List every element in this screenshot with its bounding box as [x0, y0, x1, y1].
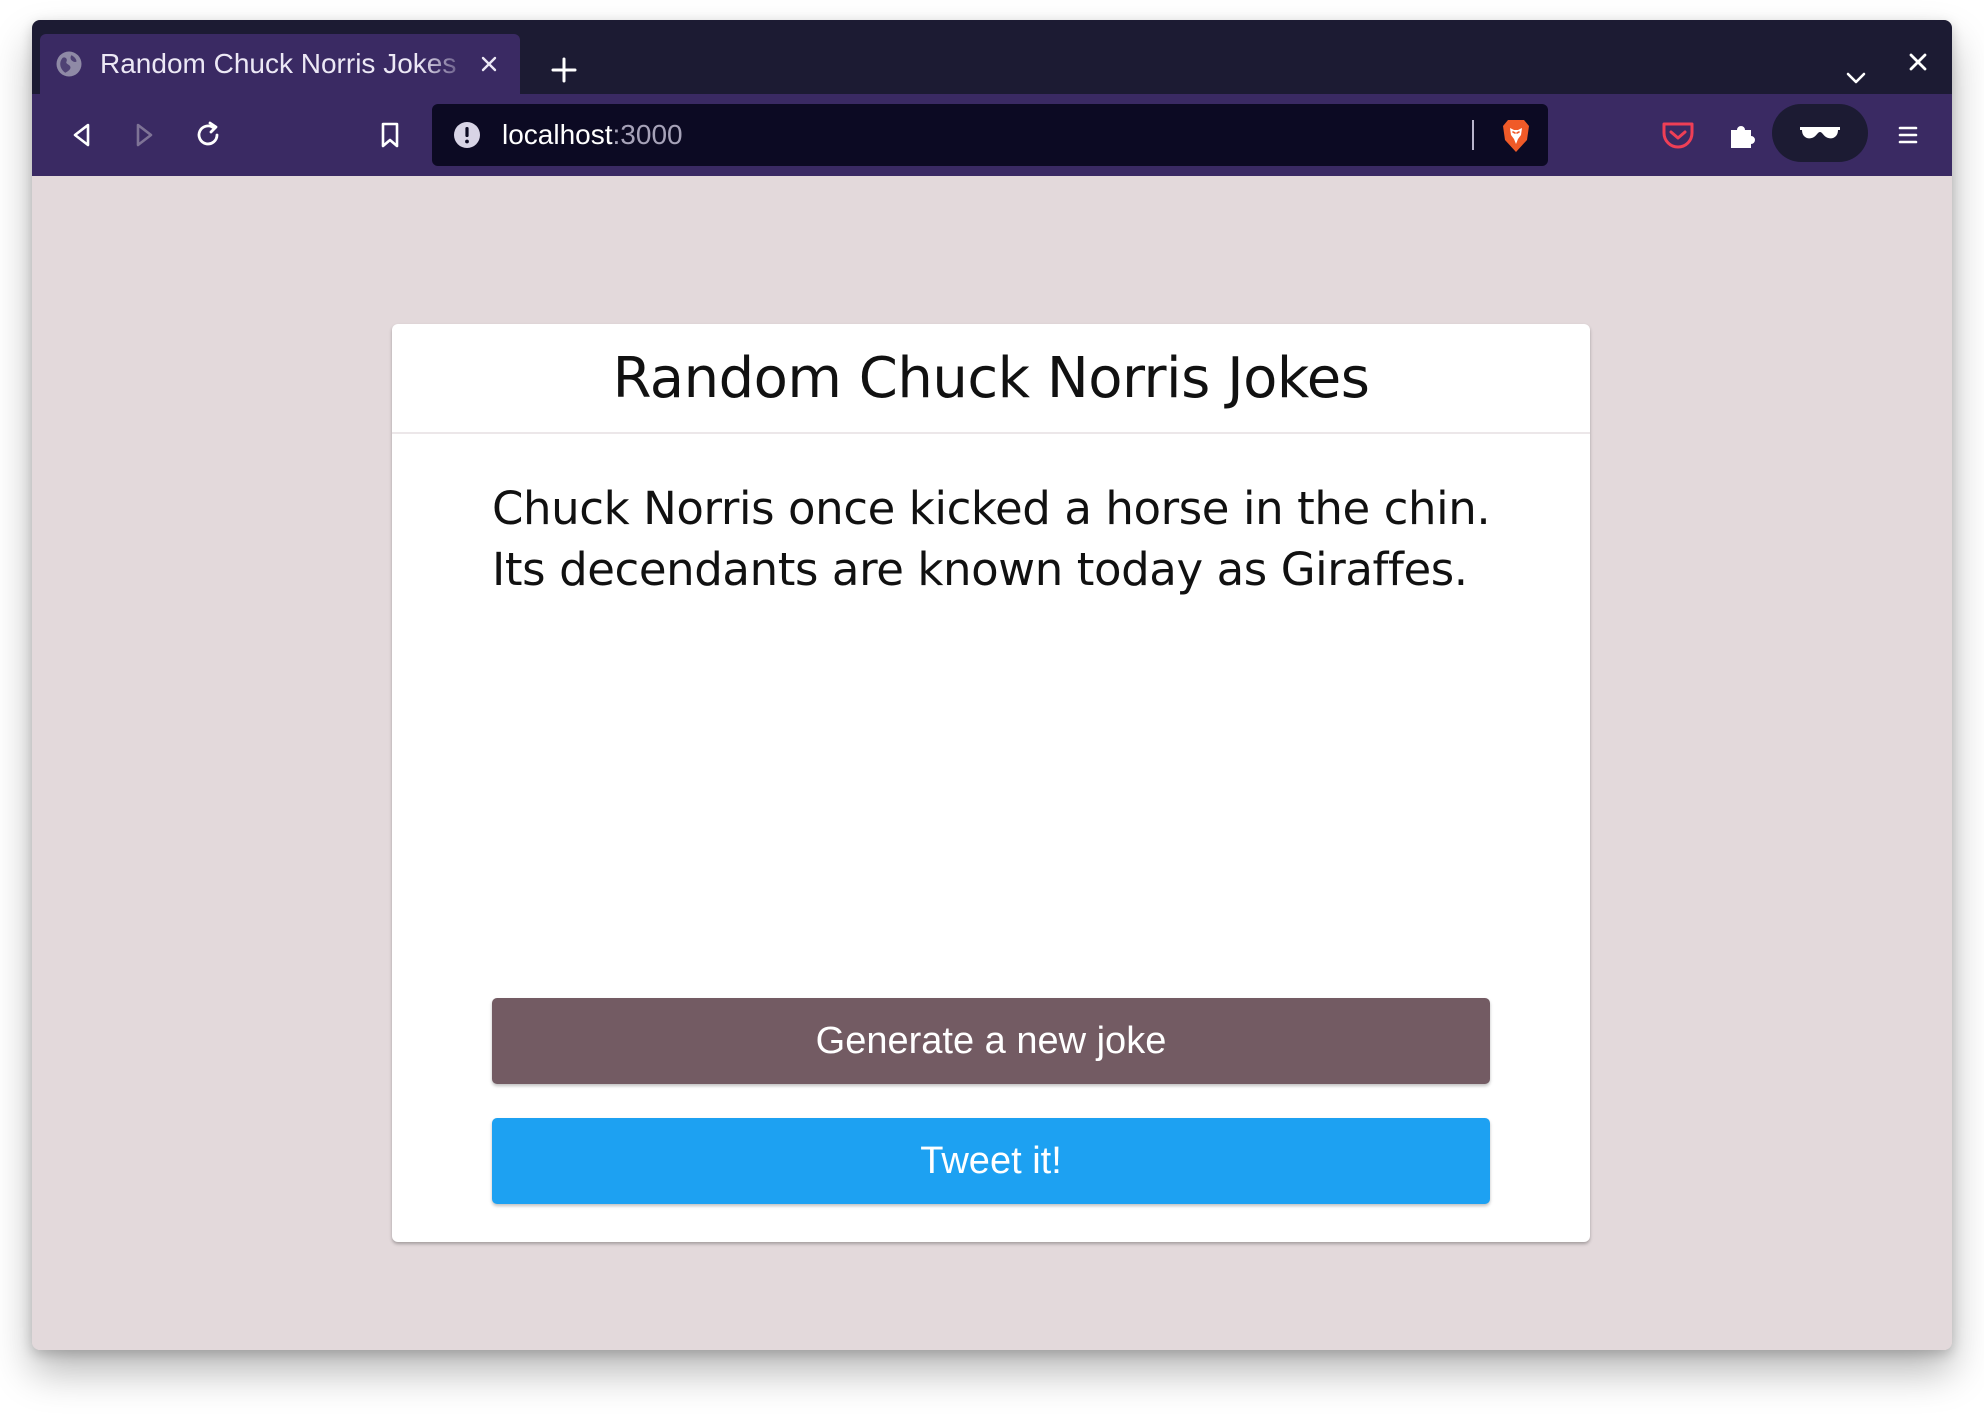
chevron-down-icon — [1846, 72, 1866, 84]
address-bar[interactable]: localhost:3000 — [432, 104, 1548, 166]
card-header: Random Chuck Norris Jokes — [392, 324, 1590, 434]
tab-title: Random Chuck Norris Jokes — [100, 48, 457, 79]
bookmark-button[interactable] — [364, 109, 416, 161]
extensions-icon — [1731, 126, 1755, 148]
forward-button[interactable] — [118, 109, 170, 161]
close-icon — [481, 56, 497, 72]
bookmark-icon — [381, 122, 399, 148]
brave-shields-button[interactable] — [1496, 116, 1536, 156]
window-close-button[interactable] — [1898, 42, 1938, 82]
back-button[interactable] — [56, 109, 108, 161]
extensions-button[interactable] — [1716, 109, 1768, 161]
brave-lion-icon — [1503, 120, 1529, 152]
plus-icon — [551, 57, 577, 83]
navigation-toolbar: localhost:3000 — [32, 94, 1952, 176]
menu-icon — [1898, 126, 1918, 144]
tab-random-chuck-norris-jokes[interactable]: Random Chuck Norris Jokes — [40, 34, 520, 94]
new-tab-button[interactable] — [542, 48, 586, 92]
joke-text: Chuck Norris once kicked a horse in the … — [492, 482, 1491, 596]
browser-window: Random Chuck Norris Jokes localhost:3000… — [32, 20, 1952, 1350]
url-port: :3000 — [612, 119, 683, 150]
forward-icon — [136, 123, 153, 147]
tab-list-button[interactable] — [1838, 60, 1874, 96]
menu-button[interactable] — [1882, 109, 1934, 161]
tab-close-button[interactable] — [472, 47, 506, 81]
site-info-icon[interactable] — [452, 120, 482, 150]
close-icon — [1909, 53, 1927, 71]
private-mode-indicator[interactable] — [1772, 104, 1868, 162]
joke-card: Random Chuck Norris Jokes Chuck Norris o… — [392, 324, 1590, 1242]
url-text: localhost:3000 — [502, 119, 683, 151]
tweet-button[interactable]: Tweet it! — [492, 1118, 1490, 1204]
tab-strip: Random Chuck Norris Jokes — [32, 20, 1952, 94]
url-divider — [1472, 120, 1474, 150]
reload-icon — [197, 121, 219, 146]
globe-icon — [56, 51, 82, 77]
pocket-button[interactable] — [1652, 109, 1704, 161]
url-host: localhost — [502, 119, 613, 150]
reload-button[interactable] — [182, 109, 234, 161]
back-icon — [73, 123, 90, 147]
page-viewport: Random Chuck Norris Jokes Chuck Norris o… — [32, 176, 1952, 1350]
sunglasses-icon — [1800, 127, 1840, 139]
generate-joke-button[interactable]: Generate a new joke — [492, 998, 1490, 1084]
pocket-icon — [1662, 122, 1694, 149]
page-title: Random Chuck Norris Jokes — [612, 345, 1370, 411]
